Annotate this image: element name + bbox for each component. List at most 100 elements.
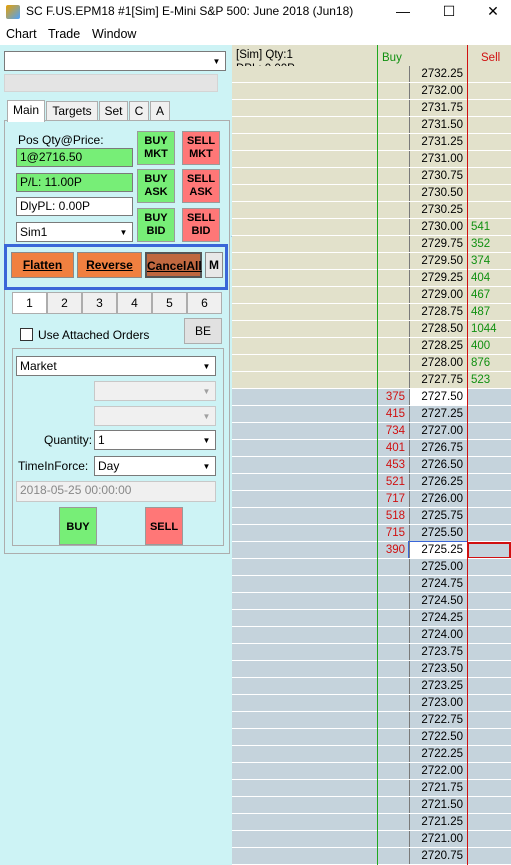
buy-size-cell[interactable] — [377, 695, 409, 712]
sell-size-cell[interactable] — [467, 814, 511, 831]
sell-size-cell[interactable] — [467, 66, 511, 83]
buy-size-cell[interactable] — [377, 253, 409, 270]
buy-size-cell[interactable]: 415 — [377, 406, 409, 423]
buy-size-cell[interactable] — [377, 134, 409, 151]
cancel-all-button[interactable]: CancelAll — [145, 252, 202, 278]
sell-size-cell[interactable]: 541 — [467, 219, 511, 236]
maximize-button[interactable]: ☐ — [426, 0, 472, 24]
buy-mkt-button[interactable]: BUY MKT — [137, 131, 175, 165]
menu-chart[interactable]: Chart — [6, 27, 37, 41]
tab-c[interactable]: C — [129, 101, 149, 121]
reverse-button[interactable]: Reverse — [77, 252, 142, 278]
sell-size-cell[interactable] — [467, 763, 511, 780]
buy-size-cell[interactable]: 717 — [377, 491, 409, 508]
buy-size-cell[interactable]: 453 — [377, 457, 409, 474]
sell-size-cell[interactable]: 523 — [467, 372, 511, 389]
tab-set[interactable]: Set — [99, 101, 128, 121]
tab-4[interactable]: 4 — [117, 292, 152, 314]
buy-size-cell[interactable]: 734 — [377, 423, 409, 440]
sell-size-cell[interactable] — [467, 508, 511, 525]
sell-size-cell[interactable] — [467, 678, 511, 695]
buy-bid-button[interactable]: BUY BID — [137, 208, 175, 242]
sell-size-cell[interactable] — [467, 610, 511, 627]
close-button[interactable]: ✕ — [470, 0, 511, 24]
buy-size-cell[interactable] — [377, 219, 409, 236]
order-type-dropdown[interactable]: Market ▼ — [16, 356, 216, 376]
buy-size-cell[interactable] — [377, 168, 409, 185]
sell-size-cell[interactable] — [467, 389, 511, 406]
buy-size-cell[interactable] — [377, 593, 409, 610]
tab-2[interactable]: 2 — [47, 292, 82, 314]
tab-main[interactable]: Main — [7, 100, 45, 122]
attached-orders-checkbox[interactable] — [20, 328, 33, 341]
sell-size-cell[interactable] — [467, 712, 511, 729]
sell-button[interactable]: SELL — [145, 507, 183, 545]
sell-size-cell[interactable]: 487 — [467, 304, 511, 321]
buy-size-cell[interactable] — [377, 66, 409, 83]
sell-size-cell[interactable] — [467, 151, 511, 168]
m-button[interactable]: M — [205, 252, 223, 278]
sell-bid-button[interactable]: SELL BID — [182, 208, 220, 242]
buy-size-cell[interactable] — [377, 338, 409, 355]
buy-size-cell[interactable] — [377, 746, 409, 763]
sell-size-cell[interactable] — [467, 474, 511, 491]
buy-size-cell[interactable] — [377, 678, 409, 695]
buy-size-cell[interactable] — [377, 559, 409, 576]
menu-window[interactable]: Window — [92, 27, 136, 41]
sell-size-cell[interactable] — [467, 491, 511, 508]
sell-size-cell[interactable] — [467, 423, 511, 440]
sell-size-cell[interactable] — [467, 559, 511, 576]
buy-size-cell[interactable] — [377, 610, 409, 627]
sell-size-cell[interactable] — [467, 406, 511, 423]
sell-size-cell[interactable] — [467, 576, 511, 593]
buy-size-cell[interactable]: 390 — [377, 542, 409, 559]
quantity-dropdown[interactable]: 1 ▼ — [94, 430, 216, 450]
account-dropdown[interactable]: Sim1 ▼ — [16, 222, 133, 242]
sell-size-cell[interactable] — [467, 695, 511, 712]
buy-size-cell[interactable] — [377, 797, 409, 814]
buy-size-cell[interactable] — [377, 848, 409, 865]
buy-size-cell[interactable]: 521 — [377, 474, 409, 491]
buy-size-cell[interactable] — [377, 712, 409, 729]
buy-size-cell[interactable] — [377, 151, 409, 168]
buy-size-cell[interactable] — [377, 763, 409, 780]
buy-size-cell[interactable]: 375 — [377, 389, 409, 406]
tab-targets[interactable]: Targets — [46, 101, 98, 121]
buy-size-cell[interactable]: 518 — [377, 508, 409, 525]
sell-size-cell[interactable] — [467, 134, 511, 151]
buy-size-cell[interactable] — [377, 321, 409, 338]
price1-dropdown[interactable]: ▼ — [94, 381, 216, 401]
buy-size-cell[interactable] — [377, 117, 409, 134]
sell-size-cell[interactable] — [467, 593, 511, 610]
buy-size-cell[interactable] — [377, 236, 409, 253]
sell-size-cell[interactable] — [467, 746, 511, 763]
buy-size-cell[interactable] — [377, 355, 409, 372]
sell-size-cell[interactable] — [467, 457, 511, 474]
price2-dropdown[interactable]: ▼ — [94, 406, 216, 426]
tab-6[interactable]: 6 — [187, 292, 222, 314]
buy-size-cell[interactable] — [377, 83, 409, 100]
tab-3[interactable]: 3 — [82, 292, 117, 314]
sell-size-cell[interactable] — [467, 185, 511, 202]
buy-size-cell[interactable] — [377, 627, 409, 644]
sell-size-cell[interactable] — [467, 525, 511, 542]
sell-size-cell[interactable] — [467, 644, 511, 661]
sell-size-cell[interactable] — [467, 729, 511, 746]
sell-size-cell[interactable]: 404 — [467, 270, 511, 287]
sell-size-cell[interactable]: 352 — [467, 236, 511, 253]
buy-size-cell[interactable] — [377, 372, 409, 389]
sell-size-cell[interactable] — [467, 168, 511, 185]
sell-mkt-button[interactable]: SELL MKT — [182, 131, 220, 165]
sell-size-cell[interactable]: 374 — [467, 253, 511, 270]
menu-trade[interactable]: Trade — [48, 27, 80, 41]
buy-size-cell[interactable]: 715 — [377, 525, 409, 542]
be-button[interactable]: BE — [184, 318, 222, 344]
tab-a[interactable]: A — [150, 101, 170, 121]
sell-size-cell[interactable] — [467, 780, 511, 797]
buy-size-cell[interactable] — [377, 185, 409, 202]
sell-size-cell[interactable] — [467, 627, 511, 644]
sell-size-cell[interactable] — [467, 661, 511, 678]
sell-size-cell[interactable]: 400 — [467, 338, 511, 355]
buy-size-cell[interactable] — [377, 729, 409, 746]
buy-size-cell[interactable] — [377, 644, 409, 661]
